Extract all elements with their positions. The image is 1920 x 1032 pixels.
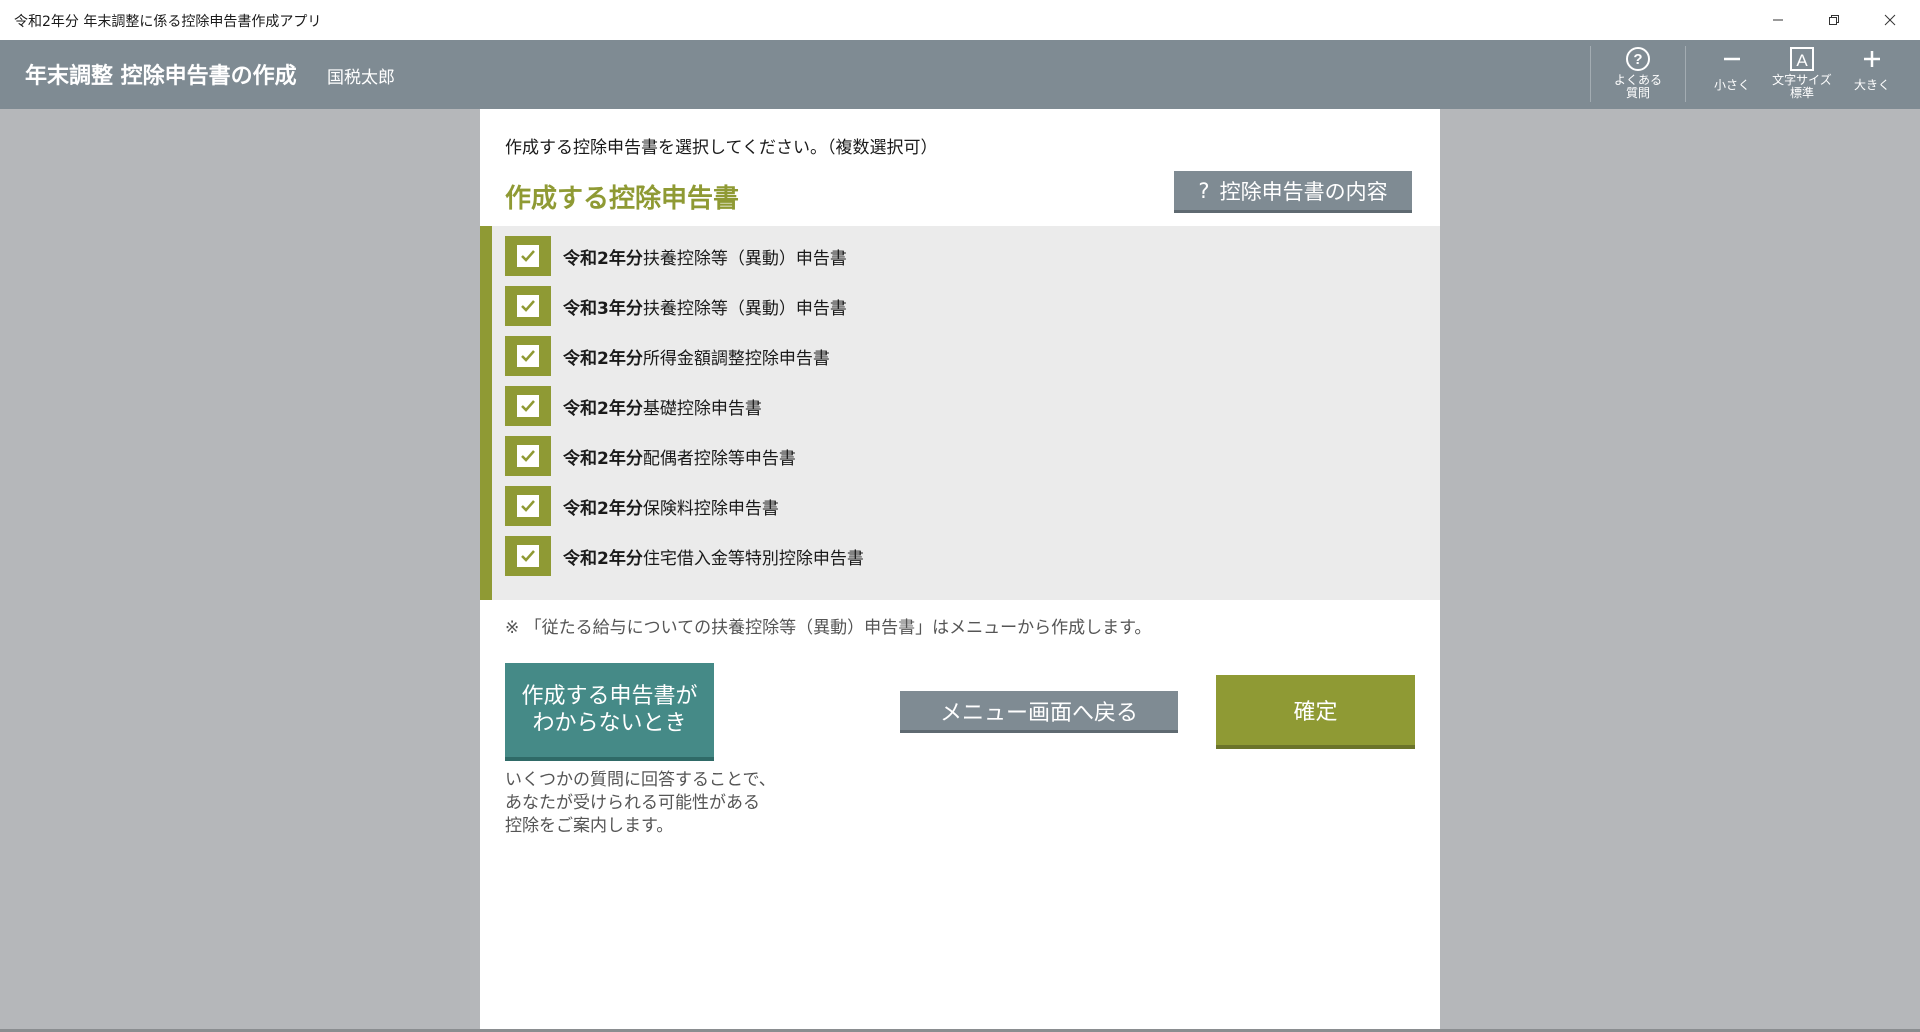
secondary-salary-note: ※ 「従たる給与についての扶養控除等（異動）申告書」はメニューから作成します。 — [505, 618, 1152, 638]
window-titlebar: 令和2年分 年末調整に係る控除申告書作成アプリ — [0, 0, 1920, 40]
close-button[interactable] — [1862, 0, 1918, 40]
deduction-content-help-button[interactable]: ? 控除申告書の内容 — [1174, 171, 1412, 213]
font-size-icon: A — [1788, 45, 1816, 73]
checkbox[interactable] — [505, 536, 551, 576]
font-size-label: 文字サイズ 標準 — [1772, 73, 1832, 100]
list-item-label: 令和2年分配偶者控除等申告書 — [563, 448, 796, 469]
font-smaller-label: 小さく — [1713, 78, 1750, 92]
list-item-label: 令和3年分扶養控除等（異動）申告書 — [563, 298, 847, 319]
list-item[interactable]: 令和2年分基礎控除申告書 — [505, 386, 762, 426]
checkmark-icon — [521, 500, 535, 512]
svg-text:?: ? — [1633, 51, 1642, 68]
checkbox[interactable] — [505, 286, 551, 326]
section-title: 作成する控除申告書 — [505, 184, 740, 214]
header-divider — [1590, 46, 1591, 102]
user-name: 国税太郎 — [327, 68, 395, 88]
header-divider — [1685, 46, 1686, 102]
restore-icon — [1829, 15, 1839, 25]
faq-label: よくある 質問 — [1613, 73, 1662, 100]
instruction-text: 作成する控除申告書を選択してください。（複数選択可） — [505, 138, 938, 158]
declaration-checklist: 令和2年分扶養控除等（異動）申告書 令和3年分扶養控除等（異動）申告書 令和2年… — [480, 226, 1440, 600]
font-size-standard-button[interactable]: A 文字サイズ 標準 — [1767, 45, 1837, 105]
unknown-declaration-description: いくつかの質問に回答することで、 あなたが受けられる可能性がある 控除をご案内し… — [505, 770, 776, 836]
checkmark-icon — [521, 350, 535, 362]
faq-button[interactable]: ? よくある 質問 — [1603, 45, 1673, 105]
font-larger-button[interactable]: 大きく — [1837, 45, 1907, 105]
checkmark-icon — [521, 400, 535, 412]
list-item-label: 令和2年分保険料控除申告書 — [563, 498, 779, 519]
checkbox[interactable] — [505, 236, 551, 276]
list-item[interactable]: 令和2年分配偶者控除等申告書 — [505, 436, 796, 476]
minimize-icon — [1773, 19, 1783, 21]
unknown-declaration-button[interactable]: 作成する申告書がわからないとき — [505, 663, 714, 761]
question-circle-icon: ? — [1624, 45, 1652, 73]
list-item-label: 令和2年分住宅借入金等特別控除申告書 — [563, 548, 864, 569]
svg-text:A: A — [1796, 51, 1808, 70]
confirm-button[interactable]: 確定 — [1216, 675, 1415, 749]
minimize-button[interactable] — [1750, 0, 1806, 40]
app-title: 年末調整 控除申告書の作成 — [25, 64, 297, 89]
checkmark-icon — [521, 450, 535, 462]
help-button-label: 控除申告書の内容 — [1219, 179, 1388, 204]
question-icon: ? — [1198, 178, 1210, 203]
checkbox[interactable] — [505, 436, 551, 476]
restore-button[interactable] — [1806, 0, 1862, 40]
list-item-label: 令和2年分所得金額調整控除申告書 — [563, 348, 830, 369]
checkbox[interactable] — [505, 486, 551, 526]
font-smaller-button[interactable]: 小さく — [1697, 45, 1767, 105]
list-item-label: 令和2年分基礎控除申告書 — [563, 398, 762, 419]
font-larger-label: 大きく — [1853, 78, 1890, 92]
list-item-label: 令和2年分扶養控除等（異動）申告書 — [563, 248, 847, 269]
app-header: 年末調整 控除申告書の作成 国税太郎 ? よくある 質問 小さく A 文字サイズ… — [0, 40, 1920, 109]
list-item[interactable]: 令和2年分所得金額調整控除申告書 — [505, 336, 830, 376]
list-item[interactable]: 令和2年分扶養控除等（異動）申告書 — [505, 236, 847, 276]
checkbox[interactable] — [505, 336, 551, 376]
list-item[interactable]: 令和2年分住宅借入金等特別控除申告書 — [505, 536, 864, 576]
checkmark-icon — [521, 300, 535, 312]
checkmark-icon — [521, 550, 535, 562]
checkmark-icon — [521, 250, 535, 262]
minus-icon — [1718, 45, 1746, 73]
window-title: 令和2年分 年末調整に係る控除申告書作成アプリ — [14, 14, 322, 30]
plus-icon — [1858, 45, 1886, 73]
list-item[interactable]: 令和2年分保険料控除申告書 — [505, 486, 779, 526]
main-panel: 作成する控除申告書を選択してください。（複数選択可） 作成する控除申告書 ? 控… — [480, 109, 1440, 1032]
list-item[interactable]: 令和3年分扶養控除等（異動）申告書 — [505, 286, 847, 326]
checkbox[interactable] — [505, 386, 551, 426]
close-icon — [1884, 14, 1896, 26]
back-to-menu-button[interactable]: メニュー画面へ戻る — [900, 691, 1178, 733]
